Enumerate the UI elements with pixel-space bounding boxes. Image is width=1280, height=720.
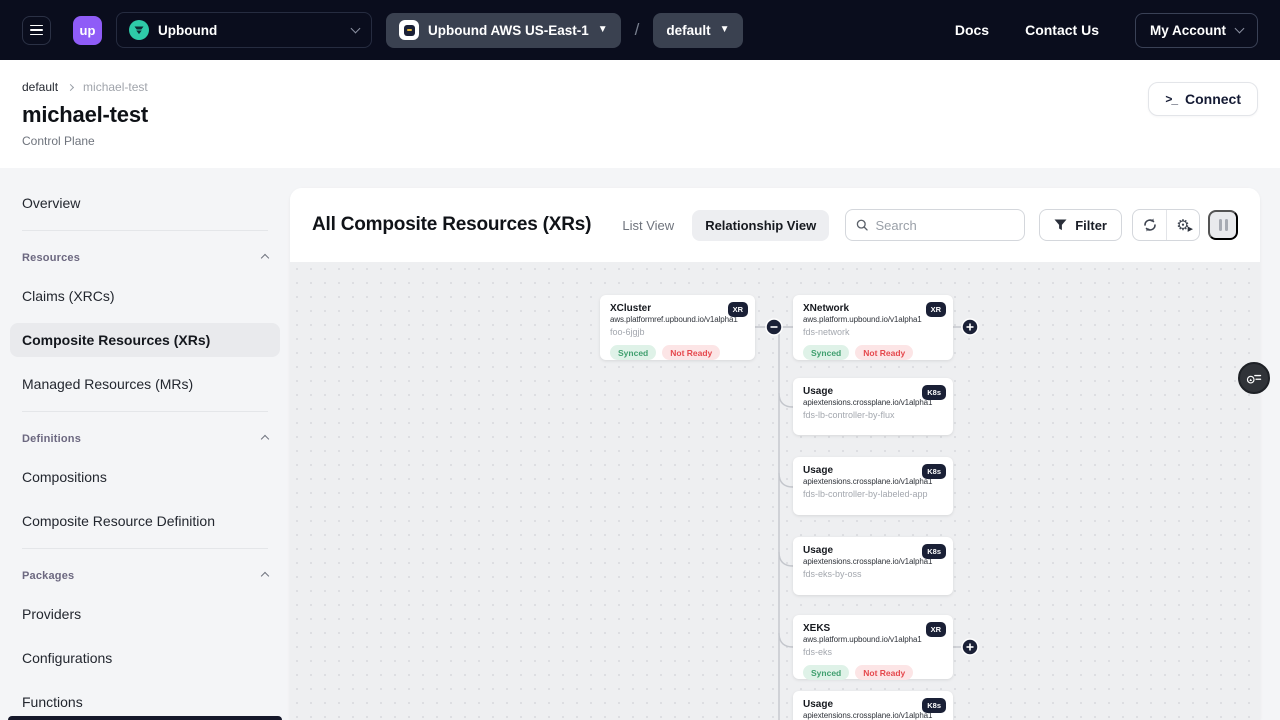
chevron-down-icon	[351, 24, 361, 34]
control-plane-name: Upbound AWS US-East-1	[428, 23, 589, 38]
status-badge-not-ready: Not Ready	[662, 345, 720, 360]
legend-icon	[1245, 369, 1263, 387]
group-name: default	[666, 23, 710, 38]
sidebar-item-xrd[interactable]: Composite Resource Definition	[10, 504, 280, 538]
resource-type-badge: XR	[926, 302, 946, 317]
node-xcluster[interactable]: XCluster aws.platformref.upbound.io/v1al…	[600, 295, 755, 360]
search-input[interactable]	[876, 218, 1015, 233]
top-navbar: up Upbound Upbound AWS US-East-1 ▼ / def…	[0, 0, 1280, 60]
expand-icon[interactable]	[962, 319, 978, 335]
org-icon	[129, 20, 149, 40]
hamburger-menu-button[interactable]	[22, 16, 51, 45]
resource-type-badge: K8s	[922, 464, 946, 479]
pause-icon	[1219, 219, 1222, 231]
chevron-down-icon: ▼	[720, 25, 730, 35]
status-badge-synced: Synced	[803, 665, 849, 680]
status-badge-synced: Synced	[803, 345, 849, 360]
main-panel: All Composite Resources (XRs) List View …	[290, 188, 1260, 720]
pause-button[interactable]	[1208, 210, 1238, 240]
status-badge-not-ready: Not Ready	[855, 345, 913, 360]
sidebar-item-compositions[interactable]: Compositions	[10, 460, 280, 494]
sidebar-item-managed-resources[interactable]: Managed Resources (MRs)	[10, 367, 280, 401]
node-usage-eks-by-oss[interactable]: Usage apiextensions.crossplane.io/v1alph…	[793, 537, 953, 595]
node-usage-bottom[interactable]: Usage apiextensions.crossplane.io/v1alph…	[793, 691, 953, 720]
page-subtitle: Control Plane	[22, 134, 1258, 148]
chevron-down-icon: ▼	[598, 25, 608, 35]
legend-button[interactable]	[1238, 362, 1270, 394]
run-settings-button[interactable]: ⚙ ▶	[1166, 210, 1199, 240]
contact-us-link[interactable]: Contact Us	[1025, 22, 1099, 38]
panel-title: All Composite Resources (XRs)	[312, 214, 591, 236]
page-header: default michael-test michael-test Contro…	[0, 60, 1280, 168]
sidebar-footer-peek	[8, 716, 282, 720]
collapse-icon[interactable]	[766, 319, 782, 335]
chevron-down-icon	[1235, 24, 1245, 34]
sidebar-section-resources[interactable]: Resources	[22, 245, 268, 271]
resource-type-badge: K8s	[922, 385, 946, 400]
node-usage-labeled-app[interactable]: Usage apiextensions.crossplane.io/v1alph…	[793, 457, 953, 515]
chevron-up-icon	[261, 254, 269, 262]
graph-edges	[290, 262, 1260, 720]
hamburger-icon	[30, 25, 43, 27]
panel-header: All Composite Resources (XRs) List View …	[290, 188, 1260, 262]
sidebar-item-providers[interactable]: Providers	[10, 597, 280, 631]
sidebar-item-claims[interactable]: Claims (XRCs)	[10, 279, 280, 313]
connect-button[interactable]: >_ Connect	[1148, 82, 1258, 116]
sidebar-item-composite-resources[interactable]: Composite Resources (XRs)	[10, 323, 280, 357]
control-plane-icon	[399, 20, 419, 40]
divider	[22, 230, 268, 231]
upbound-logo[interactable]: up	[73, 16, 102, 45]
node-xnetwork[interactable]: XNetwork aws.platform.upbound.io/v1alpha…	[793, 295, 953, 360]
breadcrumb-control-plane[interactable]: michael-test	[83, 80, 148, 94]
sidebar-item-functions[interactable]: Functions	[10, 685, 280, 719]
search-input-wrapper	[845, 209, 1025, 241]
sidebar-section-definitions[interactable]: Definitions	[22, 426, 268, 452]
page-title: michael-test	[22, 102, 1258, 128]
breadcrumb-group[interactable]: default	[22, 80, 58, 94]
status-badge-not-ready: Not Ready	[855, 665, 913, 680]
breadcrumb-separator: /	[635, 20, 640, 40]
tab-relationship-view[interactable]: Relationship View	[692, 210, 829, 241]
sidebar: Overview Resources Claims (XRCs) Composi…	[0, 168, 290, 720]
organization-name: Upbound	[158, 23, 217, 38]
chevron-up-icon	[261, 435, 269, 443]
tab-list-view[interactable]: List View	[622, 218, 674, 233]
refresh-icon	[1142, 217, 1158, 233]
sidebar-item-configurations[interactable]: Configurations	[10, 641, 280, 675]
filter-icon	[1054, 219, 1067, 231]
breadcrumb: default michael-test	[22, 80, 1258, 94]
refresh-button[interactable]	[1133, 210, 1166, 240]
filter-button[interactable]: Filter	[1039, 209, 1122, 241]
relationship-graph[interactable]: XCluster aws.platformref.upbound.io/v1al…	[290, 262, 1260, 720]
graph-actions: ⚙ ▶	[1132, 209, 1200, 241]
sidebar-item-overview[interactable]: Overview	[10, 186, 280, 220]
resource-type-badge: XR	[926, 622, 946, 637]
docs-link[interactable]: Docs	[955, 22, 989, 38]
chevron-up-icon	[261, 572, 269, 580]
resource-type-badge: K8s	[922, 544, 946, 559]
sidebar-section-packages[interactable]: Packages	[22, 563, 268, 589]
resource-type-badge: K8s	[922, 698, 946, 713]
node-usage-flux[interactable]: Usage apiextensions.crossplane.io/v1alph…	[793, 378, 953, 435]
search-icon	[856, 218, 868, 232]
my-account-menu[interactable]: My Account	[1135, 13, 1258, 48]
organization-selector[interactable]: Upbound	[116, 12, 372, 48]
expand-icon[interactable]	[962, 639, 978, 655]
resource-type-badge: XR	[728, 302, 748, 317]
view-toggle: List View Relationship View	[622, 210, 829, 241]
divider	[22, 548, 268, 549]
control-plane-selector[interactable]: Upbound AWS US-East-1 ▼	[386, 13, 621, 48]
chevron-right-icon	[67, 83, 74, 90]
status-badge-synced: Synced	[610, 345, 656, 360]
node-xeks[interactable]: XEKS aws.platform.upbound.io/v1alpha1 fd…	[793, 615, 953, 679]
divider	[22, 411, 268, 412]
terminal-icon: >_	[1165, 92, 1177, 106]
play-icon: ▶	[1188, 225, 1193, 233]
group-selector[interactable]: default ▼	[653, 13, 742, 48]
